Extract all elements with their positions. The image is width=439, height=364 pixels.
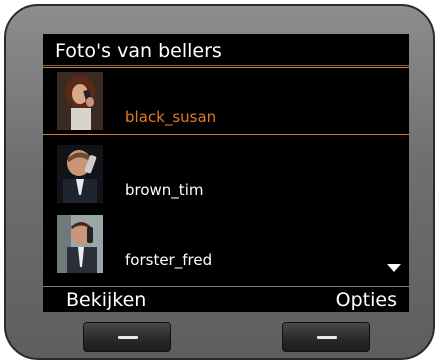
right-softkey-button[interactable] bbox=[282, 322, 370, 352]
title-divider bbox=[43, 65, 409, 66]
contact-row-forster-fred[interactable]: forster_fred bbox=[43, 211, 409, 279]
softkey-view-label[interactable]: Bekijken bbox=[66, 288, 146, 312]
scroll-down-arrow-icon bbox=[387, 264, 401, 272]
phone-device: Foto's van bellers black_susan brown_tim… bbox=[4, 4, 435, 360]
contact-row-black-susan[interactable]: black_susan bbox=[43, 67, 409, 135]
left-softkey-button[interactable] bbox=[83, 322, 171, 352]
contact-name: brown_tim bbox=[125, 181, 204, 199]
caller-photo-brown-tim bbox=[57, 145, 103, 203]
contact-name: forster_fred bbox=[125, 251, 213, 269]
softkey-dash-icon bbox=[118, 336, 138, 339]
screen-title: Foto's van bellers bbox=[55, 40, 222, 62]
contact-row-brown-tim[interactable]: brown_tim bbox=[43, 141, 409, 209]
contact-name: black_susan bbox=[125, 108, 217, 126]
softkey-bar: Bekijken Opties bbox=[43, 286, 409, 312]
caller-photo-forster-fred bbox=[57, 215, 103, 273]
display-screen: Foto's van bellers black_susan brown_tim… bbox=[43, 34, 409, 312]
softkey-dash-icon bbox=[317, 336, 337, 339]
softkey-options-label[interactable]: Opties bbox=[336, 288, 397, 312]
caller-photo-black-susan bbox=[57, 72, 103, 130]
